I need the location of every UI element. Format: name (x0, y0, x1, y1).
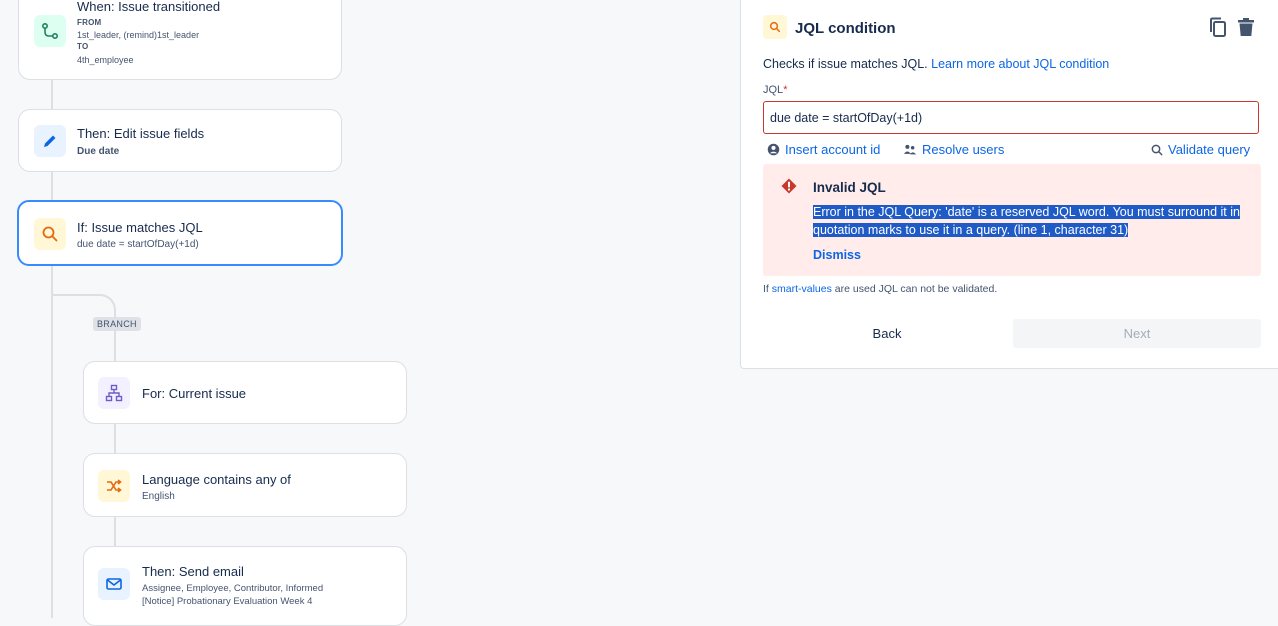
for-current-issue-title: For: Current issue (142, 386, 247, 401)
validate-query-button[interactable]: Validate query (1151, 142, 1250, 157)
transition-icon (34, 15, 66, 47)
next-label: Next (1123, 326, 1151, 341)
trigger-card[interactable]: When: Issue transitioned FROM 1st_leader… (18, 0, 342, 80)
pencil-icon (34, 125, 66, 157)
description-text: Checks if issue matches JQL. (763, 57, 928, 71)
back-button[interactable]: Back (763, 319, 1011, 348)
jql-condition-card[interactable]: If: Issue matches JQL due date = startOf… (17, 200, 343, 266)
jql-input[interactable]: due date = startOfDay(+1d) (763, 101, 1259, 134)
edit-fields-title: Then: Edit issue fields (77, 126, 205, 141)
edit-fields-sub: Due date (77, 146, 120, 157)
resolve-users-button[interactable]: Resolve users (903, 142, 1004, 157)
jql-card-sub: due date = startOfDay(+1d) (77, 239, 199, 250)
panel-description: Checks if issue matches JQL. Learn more … (763, 57, 1109, 71)
trigger-title: When: Issue transitioned (77, 0, 221, 14)
jql-card-title: If: Issue matches JQL (77, 220, 203, 235)
hierarchy-icon (98, 377, 130, 409)
send-email-title: Then: Send email (142, 564, 244, 579)
smart-values-hint: If smart-values are used JQL can not be … (763, 283, 997, 295)
next-button[interactable]: Next (1013, 319, 1261, 348)
search-icon (1151, 144, 1163, 155)
language-title: Language contains any of (142, 472, 291, 487)
trash-icon[interactable] (1235, 16, 1257, 43)
branch-badge: BRANCH (93, 317, 141, 331)
send-email-subject: [Notice] Probationary Evaluation Week 4 (142, 596, 313, 607)
edit-fields-card[interactable]: Then: Edit issue fields Due date (18, 109, 342, 172)
smart-values-link[interactable]: smart-values (772, 283, 832, 295)
back-label: Back (872, 326, 902, 341)
trigger-from-label: FROM (77, 18, 102, 27)
jql-input-value: due date = startOfDay(+1d) (770, 111, 923, 125)
users-icon (903, 144, 917, 155)
resolve-users-label: Resolve users (922, 142, 1005, 157)
hint-prefix: If (763, 283, 769, 295)
copy-icon[interactable] (1207, 16, 1229, 43)
search-icon (763, 15, 787, 39)
learn-more-link[interactable]: Learn more about JQL condition (931, 57, 1109, 71)
trigger-to-value: 4th_employee (77, 55, 134, 65)
trigger-from-value: 1st_leader, (remind)1st_leader (77, 30, 200, 40)
user-circle-icon (767, 143, 780, 156)
search-icon (34, 218, 66, 250)
error-title: Invalid JQL (813, 180, 886, 195)
jql-condition-panel: JQL condition Checks if issue matches JQ… (740, 0, 1278, 369)
language-condition-card[interactable]: Language contains any of English (83, 453, 407, 517)
dismiss-button[interactable]: Dismiss (813, 248, 861, 262)
panel-title: JQL condition (795, 20, 896, 37)
insert-account-id-label: Insert account id (785, 142, 881, 157)
hint-suffix: are used JQL can not be validated. (834, 283, 998, 295)
trigger-to-label: TO (77, 42, 89, 51)
error-message: Error in the JQL Query: 'date' is a rese… (813, 203, 1240, 239)
insert-account-id-button[interactable]: Insert account id (767, 142, 880, 157)
error-banner: Invalid JQL Error in the JQL Query: 'dat… (763, 164, 1261, 276)
validate-query-label: Validate query (1168, 142, 1251, 157)
jql-label-text: JQL (763, 84, 784, 96)
send-email-recipients: Assignee, Employee, Contributor, Informe… (142, 583, 324, 594)
error-icon (781, 178, 797, 199)
required-mark: * (783, 84, 788, 96)
for-current-issue-card[interactable]: For: Current issue (83, 361, 407, 424)
jql-field-label: JQL* (763, 84, 787, 96)
error-line-1: Error in the JQL Query: 'date' is a rese… (813, 205, 1240, 219)
language-sub: English (142, 491, 175, 502)
mail-icon (98, 568, 130, 600)
shuffle-icon (98, 470, 130, 502)
error-line-2: quotation marks to use it in a query. (l… (813, 223, 1129, 237)
send-email-card[interactable]: Then: Send email Assignee, Employee, Con… (83, 546, 407, 626)
